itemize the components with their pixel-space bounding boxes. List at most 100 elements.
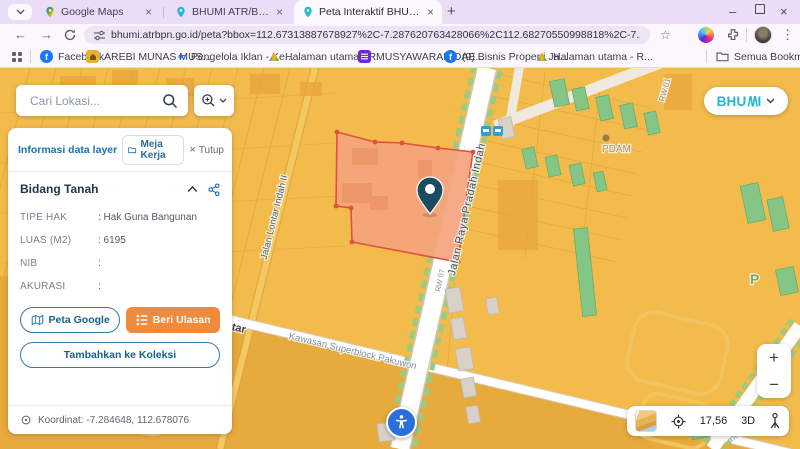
chevron-down-icon [16, 9, 25, 15]
layer-section-header[interactable]: Bidang Tanah [8, 172, 232, 200]
field-label: TIPE HAK [20, 212, 98, 223]
meta-icon: ∞ [178, 51, 186, 63]
profile-avatar[interactable] [754, 26, 772, 44]
app-window: Jalan Raya Pradah Indah Jalan Lontar Ind… [0, 0, 800, 449]
map-icon [31, 314, 44, 326]
chevron-up-icon[interactable] [187, 185, 198, 193]
pegman-icon[interactable] [769, 413, 781, 429]
new-tab-button[interactable]: + [447, 3, 456, 20]
tab-close-icon[interactable]: × [427, 6, 434, 18]
section-title: Bidang Tanah [20, 182, 187, 196]
share-icon[interactable] [207, 183, 220, 196]
zoom-controls: + − [757, 344, 791, 398]
bookmarks-divider [706, 50, 707, 63]
tab-divider [163, 7, 164, 18]
toolbar-divider [746, 28, 747, 42]
peta-google-label: Peta Google [49, 314, 110, 326]
locate-icon[interactable] [671, 414, 686, 429]
meja-kerja-button[interactable]: Meja Kerja [122, 135, 184, 165]
field-label: AKURASI [20, 281, 98, 292]
zoom-in-button[interactable]: + [757, 344, 791, 371]
close-icon: × [189, 144, 195, 156]
tab-peta-interaktif-active[interactable]: Peta Interaktif BHUMI ATR/BPN × [294, 0, 442, 24]
coordinate-text: Koordinat: -7.284648, 112.678076 [38, 415, 189, 426]
tutup-button[interactable]: × Tutup [189, 144, 224, 156]
field-row: NIB : [20, 252, 220, 275]
tambahkan-koleksi-button[interactable]: Tambahkan ke Koleksi [20, 342, 220, 368]
parcel-fields: TIPE HAK : Hak Guna Bangunan LUAS (M2) :… [8, 200, 232, 298]
window-maximize-button[interactable] [755, 4, 765, 14]
forward-icon[interactable]: → [40, 27, 53, 43]
panel-header: Informasi data layer Meja Kerja × Tutup [8, 128, 232, 172]
google-ads-icon [536, 51, 548, 62]
extensions-puzzle-icon[interactable] [726, 28, 740, 42]
chevron-down-icon [766, 98, 775, 104]
tab-label: Google Maps [61, 6, 140, 18]
search-input[interactable] [28, 93, 162, 109]
window-minimize-button[interactable]: – [729, 4, 736, 19]
tab-google-maps[interactable]: Google Maps × [36, 0, 160, 24]
google-maps-pin-icon [44, 6, 56, 18]
site-settings-icon[interactable] [94, 30, 105, 41]
facebook-icon: f [40, 50, 53, 63]
search-plus-icon [201, 93, 216, 108]
tab-label: BHUMI ATR/BPN [192, 6, 271, 18]
bookmarks-bar: f Facebook AREBI MUNAS MUS... ∞ Pengelol… [0, 46, 800, 68]
bhumi-pin-icon [302, 6, 314, 18]
browser-menu-icon[interactable]: ⋮ [781, 27, 794, 43]
label-parking: P [750, 271, 759, 287]
extension-icon[interactable] [698, 27, 714, 43]
field-label: NIB [20, 258, 98, 269]
all-bookmarks-label: Semua Bookmark [734, 51, 800, 63]
tab-bhumi[interactable]: BHUMI ATR/BPN × [167, 0, 291, 24]
search-icon[interactable] [162, 93, 178, 109]
tab-label: Peta Interaktif BHUMI ATR/BPN [319, 6, 422, 18]
facebook-icon: f [444, 50, 457, 63]
tutup-label: Tutup [199, 145, 224, 156]
accessibility-icon [393, 414, 410, 431]
all-bookmarks-button[interactable]: Semua Bookmark [716, 46, 800, 67]
tab-search-button[interactable] [8, 4, 32, 20]
field-row: LUAS (M2) : 6195 [20, 229, 220, 252]
back-icon[interactable]: ← [14, 27, 27, 43]
bookmark-halaman-2[interactable]: Halaman utama - R... [536, 46, 653, 67]
bhumi-pin-icon [175, 6, 187, 18]
meja-kerja-label: Meja Kerja [141, 139, 179, 161]
window-close-button[interactable]: × [780, 4, 788, 19]
panel-title: Informasi data layer [18, 144, 117, 156]
field-row: AKURASI : [20, 275, 220, 298]
coordinate-target-icon [20, 414, 32, 426]
tab-close-icon[interactable]: × [276, 6, 283, 18]
beri-ulasan-button[interactable]: Beri Ulasan [126, 307, 220, 333]
review-list-icon [136, 314, 148, 326]
bookmark-star-icon[interactable]: ☆ [660, 27, 671, 43]
workspace-folder-icon [128, 145, 136, 155]
field-value: : Hak Guna Bangunan [98, 212, 197, 223]
accessibility-button[interactable] [386, 407, 417, 438]
url-bar[interactable]: bhumi.atrbpn.go.id/peta?bbox=112.6731388… [84, 26, 650, 44]
tab-close-icon[interactable]: × [145, 6, 152, 18]
folder-icon [716, 51, 729, 62]
bookmarks-divider [30, 50, 31, 63]
bookmark-label: Halaman utama - R... [553, 51, 653, 63]
zoom-level-value[interactable]: 17,56 [700, 415, 728, 427]
bhumi-logo-button[interactable]: BHU/\/\I [704, 87, 788, 115]
apps-grid-icon[interactable] [12, 52, 22, 62]
field-value: : 6195 [98, 235, 126, 246]
musyawarah-icon [358, 50, 371, 63]
basemap-switcher[interactable] [635, 410, 657, 432]
search-box[interactable] [16, 85, 188, 116]
zoom-out-button[interactable]: − [757, 371, 791, 398]
reload-icon[interactable] [64, 29, 76, 41]
3d-mode-button[interactable]: 3D [741, 415, 755, 427]
advanced-search-button[interactable] [194, 85, 234, 116]
field-row: TIPE HAK : Hak Guna Bangunan [20, 206, 220, 229]
tambahkan-koleksi-label: Tambahkan ke Koleksi [64, 349, 176, 361]
field-value: : [98, 281, 101, 292]
arebi-icon [86, 50, 99, 63]
map-toolbar: 17,56 3D [627, 406, 789, 436]
peta-google-button[interactable]: Peta Google [20, 307, 120, 333]
tab-strip: Google Maps × BHUMI ATR/BPN × Peta Inter… [0, 0, 800, 24]
chevron-down-icon [219, 98, 227, 103]
field-label: LUAS (M2) [20, 235, 98, 246]
